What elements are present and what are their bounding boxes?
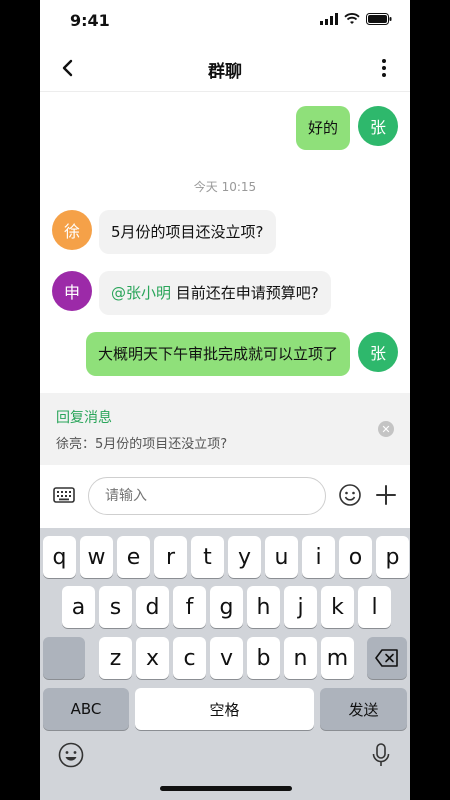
key-d[interactable]: d bbox=[136, 586, 169, 628]
key-l[interactable]: l bbox=[358, 586, 391, 628]
signal-icon bbox=[320, 13, 338, 25]
emoji-keyboard-icon[interactable] bbox=[57, 741, 85, 769]
emoji-icon[interactable] bbox=[338, 483, 362, 507]
key-o[interactable]: o bbox=[339, 536, 372, 578]
key-i[interactable]: i bbox=[302, 536, 335, 578]
key-v[interactable]: v bbox=[210, 637, 243, 679]
key-n[interactable]: n bbox=[284, 637, 317, 679]
time-separator: 今天 10:15 bbox=[193, 180, 257, 194]
avatar[interactable]: 张 bbox=[358, 332, 398, 372]
microphone-icon[interactable] bbox=[367, 741, 395, 769]
key-h[interactable]: h bbox=[247, 586, 280, 628]
plus-icon[interactable] bbox=[374, 483, 398, 507]
space-key[interactable]: 空格 bbox=[135, 688, 314, 730]
key-x[interactable]: x bbox=[136, 637, 169, 679]
key-c[interactable]: c bbox=[173, 637, 206, 679]
message-text: 目前还在申请预算吧? bbox=[171, 284, 319, 302]
input-bar bbox=[40, 465, 410, 528]
key-a[interactable]: a bbox=[62, 586, 95, 628]
key-p[interactable]: p bbox=[376, 536, 409, 578]
key-m[interactable]: m bbox=[321, 637, 354, 679]
key-r[interactable]: r bbox=[154, 536, 187, 578]
message-bubble[interactable]: 好的 bbox=[295, 106, 350, 150]
reply-preview: 回复消息 徐亮：5月份的项目还没立项? ✕ bbox=[40, 393, 410, 465]
send-key[interactable]: 发送 bbox=[320, 688, 407, 730]
status-icons bbox=[320, 13, 392, 25]
message-row: 申 @张小明 目前还在申请预算吧? bbox=[40, 271, 410, 319]
keyboard-icon[interactable] bbox=[52, 483, 76, 507]
keyboard: q w e r t y u i o p a s d f g h j k l z … bbox=[40, 528, 410, 800]
status-bar: 9:41 bbox=[40, 0, 410, 44]
key-y[interactable]: y bbox=[228, 536, 261, 578]
message-row: 大概明天下午审批完成就可以立项了 张 bbox=[40, 332, 410, 380]
wifi-icon bbox=[344, 13, 360, 24]
shift-key[interactable] bbox=[43, 637, 85, 679]
key-q[interactable]: q bbox=[43, 536, 76, 578]
backspace-key[interactable] bbox=[367, 637, 407, 679]
key-j[interactable]: j bbox=[284, 586, 317, 628]
message-row: 徐 5月份的项目还没立项? bbox=[40, 210, 410, 258]
backspace-icon bbox=[375, 649, 398, 667]
key-t[interactable]: t bbox=[191, 536, 224, 578]
page-title: 群聊 bbox=[208, 62, 242, 82]
message-row: 好的 张 bbox=[40, 104, 410, 152]
close-icon[interactable]: ✕ bbox=[378, 421, 394, 437]
key-f[interactable]: f bbox=[173, 586, 206, 628]
message-bubble[interactable]: 大概明天下午审批完成就可以立项了 bbox=[85, 332, 350, 376]
key-w[interactable]: w bbox=[80, 536, 113, 578]
key-z[interactable]: z bbox=[99, 637, 132, 679]
more-vertical-icon[interactable] bbox=[372, 56, 396, 80]
home-indicator bbox=[160, 786, 292, 791]
message-bubble[interactable]: 5月份的项目还没立项? bbox=[99, 210, 276, 254]
reply-title: 回复消息 bbox=[56, 410, 112, 426]
message-bubble[interactable]: @张小明 目前还在申请预算吧? bbox=[99, 271, 331, 315]
key-g[interactable]: g bbox=[210, 586, 243, 628]
key-e[interactable]: e bbox=[117, 536, 150, 578]
nav-bar: 群聊 bbox=[40, 44, 410, 92]
avatar[interactable]: 申 bbox=[52, 271, 92, 311]
message-input[interactable] bbox=[88, 477, 326, 515]
abc-key[interactable]: ABC bbox=[43, 688, 129, 730]
reply-quote: 徐亮：5月份的项目还没立项? bbox=[56, 437, 228, 452]
avatar[interactable]: 徐 bbox=[52, 210, 92, 250]
battery-icon bbox=[366, 13, 392, 25]
status-time: 9:41 bbox=[70, 11, 110, 30]
mention-link[interactable]: @张小明 bbox=[111, 284, 171, 302]
phone-screen: 9:41 群聊 好的 张 今天 10:15 徐 5月份的项目还没立项? 申 @张… bbox=[40, 0, 410, 800]
key-k[interactable]: k bbox=[321, 586, 354, 628]
key-u[interactable]: u bbox=[265, 536, 298, 578]
chat-area: 好的 张 今天 10:15 徐 5月份的项目还没立项? 申 @张小明 目前还在申… bbox=[40, 92, 410, 392]
avatar[interactable]: 张 bbox=[358, 106, 398, 146]
key-s[interactable]: s bbox=[99, 586, 132, 628]
key-b[interactable]: b bbox=[247, 637, 280, 679]
